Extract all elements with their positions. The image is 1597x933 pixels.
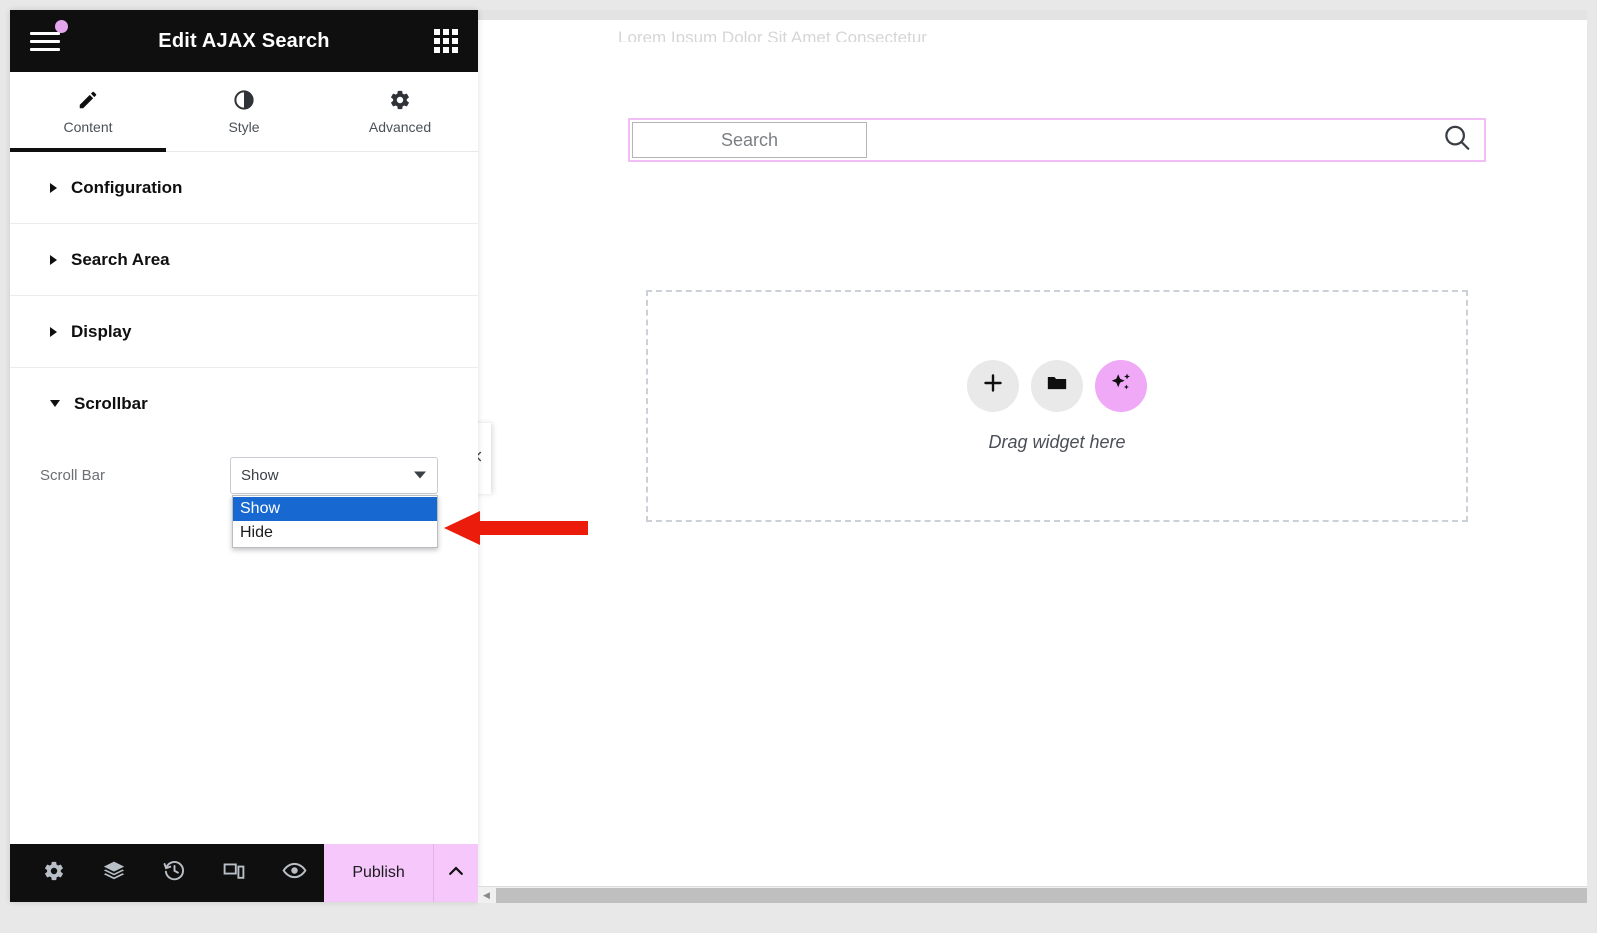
- ajax-search-widget[interactable]: [628, 118, 1486, 162]
- tab-style[interactable]: Style: [166, 72, 322, 151]
- section-scrollbar-header[interactable]: Scrollbar: [10, 368, 478, 439]
- elementor-editor-screen: Lorem Ipsum Dolor Sit Amet Consectetur: [0, 0, 1597, 933]
- scroll-bar-dropdown-list[interactable]: Show Hide: [232, 495, 438, 548]
- dropdown-option-show[interactable]: Show: [233, 497, 437, 521]
- drag-widget-dropzone[interactable]: Drag widget here: [646, 290, 1468, 522]
- panel-tabs: Content Style Advanced: [10, 72, 478, 152]
- panel-footer: Publish: [10, 844, 478, 902]
- canvas-top-strip: [478, 10, 1587, 20]
- preview-button[interactable]: [264, 844, 324, 902]
- dropzone-buttons: [967, 360, 1147, 412]
- navigator-button[interactable]: [84, 844, 144, 902]
- chevron-right-icon: [50, 183, 57, 193]
- chevron-up-icon: [446, 861, 466, 886]
- scroll-bar-label: Scroll Bar: [40, 467, 230, 484]
- section-configuration-title: Configuration: [71, 178, 182, 198]
- sparkle-icon: [1109, 371, 1133, 400]
- section-display-header[interactable]: Display: [10, 296, 478, 367]
- add-element-button[interactable]: [967, 360, 1019, 412]
- panel-header: Edit AJAX Search: [10, 10, 478, 72]
- dropzone-label: Drag widget here: [988, 432, 1125, 453]
- settings-gear-button[interactable]: [24, 844, 84, 902]
- grid-icon[interactable]: [434, 29, 458, 53]
- section-search-area-title: Search Area: [71, 250, 170, 270]
- pencil-icon: [77, 89, 99, 111]
- scrollbar-left-arrow-icon[interactable]: ◀: [478, 887, 495, 904]
- section-scrollbar: Scrollbar Scroll Bar Show Hide: [10, 368, 478, 523]
- canvas-horizontal-scrollbar[interactable]: ◀: [478, 886, 1587, 903]
- section-display-title: Display: [71, 322, 131, 342]
- responsive-mode-button[interactable]: [204, 844, 264, 902]
- templates-button[interactable]: [1031, 360, 1083, 412]
- history-button[interactable]: [144, 844, 204, 902]
- hamburger-icon-bar: [30, 40, 60, 43]
- section-configuration: Configuration: [10, 152, 478, 224]
- search-input[interactable]: [632, 122, 867, 158]
- section-search-area-header[interactable]: Search Area: [10, 224, 478, 295]
- scroll-bar-control-row: Scroll Bar Show Hide Show Hide: [40, 455, 448, 495]
- notification-dot: [55, 20, 68, 33]
- section-scrollbar-title: Scrollbar: [74, 394, 148, 414]
- editor-settings-panel: Edit AJAX Search Content: [10, 10, 478, 902]
- chevron-down-icon: [50, 400, 60, 407]
- settings-gear-icon: [43, 860, 65, 887]
- responsive-devices-icon: [222, 859, 246, 888]
- hamburger-icon-bar: [30, 32, 60, 35]
- section-display: Display: [10, 296, 478, 368]
- publish-button[interactable]: Publish: [324, 844, 433, 902]
- publish-options-button[interactable]: [433, 844, 478, 902]
- hamburger-icon-bar: [30, 48, 60, 51]
- scroll-bar-select[interactable]: Show Hide: [230, 457, 438, 494]
- gear-icon: [389, 89, 411, 111]
- editor-canvas: Lorem Ipsum Dolor Sit Amet Consectetur: [478, 10, 1587, 902]
- tab-style-label: Style: [228, 119, 259, 135]
- tab-advanced-label: Advanced: [369, 119, 431, 135]
- settings-sections: Configuration Search Area Display Scro: [10, 152, 478, 844]
- chevron-right-icon: [50, 255, 57, 265]
- footer-icon-bar: [10, 844, 324, 902]
- canvas-cropped-heading: Lorem Ipsum Dolor Sit Amet Consectetur: [618, 28, 1258, 42]
- tab-content-label: Content: [63, 119, 112, 135]
- publish-button-label: Publish: [352, 864, 404, 882]
- folder-icon: [1046, 372, 1068, 399]
- preview-eye-icon: [282, 858, 307, 888]
- tab-advanced[interactable]: Advanced: [322, 72, 478, 151]
- navigator-layers-icon: [102, 859, 126, 888]
- contrast-icon: [233, 89, 255, 111]
- section-search-area: Search Area: [10, 224, 478, 296]
- magnifier-icon[interactable]: [1442, 123, 1472, 158]
- dropdown-option-hide[interactable]: Hide: [233, 521, 437, 545]
- tab-content[interactable]: Content: [10, 72, 166, 151]
- ai-generate-button[interactable]: [1095, 360, 1147, 412]
- scroll-bar-select-wrapper: Show Hide Show Hide: [230, 457, 438, 494]
- history-clock-icon: [163, 859, 186, 887]
- hamburger-menu-button[interactable]: [30, 21, 70, 61]
- plus-icon: [981, 371, 1005, 400]
- section-configuration-header[interactable]: Configuration: [10, 152, 478, 223]
- scrollbar-thumb[interactable]: [496, 888, 1587, 903]
- chevron-right-icon: [50, 327, 57, 337]
- page-title: Edit AJAX Search: [10, 30, 478, 53]
- section-scrollbar-body: Scroll Bar Show Hide Show Hide: [10, 439, 478, 523]
